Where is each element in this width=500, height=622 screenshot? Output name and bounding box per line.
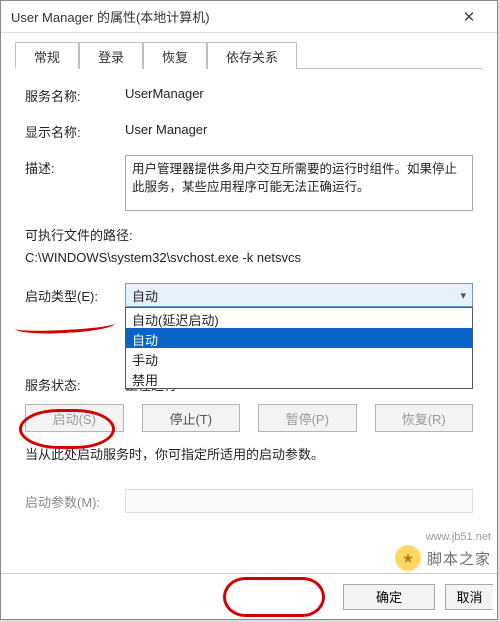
- startup-type-label: 启动类型(E):: [25, 283, 125, 305]
- close-icon[interactable]: ✕: [449, 8, 489, 26]
- cancel-button[interactable]: 取消: [445, 584, 493, 610]
- control-button-row: 启动(S) 停止(T) 暂停(P) 恢复(R): [25, 404, 473, 432]
- startup-option-delayed[interactable]: 自动(延迟启动): [126, 308, 472, 328]
- start-params-input: [125, 489, 473, 513]
- service-status-label: 服务状态:: [25, 375, 125, 394]
- watermark-text: 脚本之家: [427, 548, 491, 569]
- properties-dialog: User Manager 的属性(本地计算机) ✕ 常规 登录 恢复 依存关系 …: [0, 0, 498, 620]
- start-params-label: 启动参数(M):: [25, 492, 125, 511]
- tab-logon[interactable]: 登录: [79, 42, 143, 69]
- startup-type-select[interactable]: 自动 ▾: [125, 283, 473, 307]
- display-name-value: User Manager: [125, 119, 473, 137]
- dialog-footer: 确定 取消: [1, 573, 497, 619]
- exe-path-label: 可执行文件的路径:: [25, 225, 473, 244]
- description-textarea[interactable]: 用户管理器提供多用户交互所需要的运行时组件。如果停止此服务，某些应用程序可能无法…: [125, 155, 473, 211]
- titlebar: User Manager 的属性(本地计算机) ✕: [1, 1, 497, 33]
- start-params-note: 当从此处启动服务时，你可指定所适用的启动参数。: [25, 444, 473, 463]
- startup-type-dropdown: 自动(延迟启动) 自动 手动 禁用: [125, 307, 473, 389]
- content-area: 常规 登录 恢复 依存关系 服务名称: UserManager 显示名称: Us…: [1, 33, 497, 523]
- service-name-label: 服务名称:: [25, 83, 125, 105]
- tab-strip: 常规 登录 恢复 依存关系: [15, 41, 483, 69]
- startup-option-auto[interactable]: 自动: [126, 328, 472, 348]
- watermark: www.jb51.net ★ 脚本之家: [395, 545, 491, 571]
- general-panel: 服务名称: UserManager 显示名称: User Manager 描述:…: [15, 69, 483, 523]
- pause-button[interactable]: 暂停(P): [258, 404, 357, 432]
- display-name-label: 显示名称:: [25, 119, 125, 141]
- watermark-url: www.jb51.net: [426, 531, 491, 543]
- window-title: User Manager 的属性(本地计算机): [11, 7, 449, 26]
- watermark-logo-icon: ★: [395, 545, 421, 571]
- startup-type-selected: 自动: [132, 286, 158, 305]
- exe-path-value: C:\WINDOWS\system32\svchost.exe -k netsv…: [25, 250, 473, 265]
- tab-general[interactable]: 常规: [15, 42, 79, 69]
- service-name-value: UserManager: [125, 83, 473, 101]
- tab-dependencies[interactable]: 依存关系: [207, 42, 297, 69]
- startup-option-manual[interactable]: 手动: [126, 348, 472, 368]
- start-button[interactable]: 启动(S): [25, 404, 124, 432]
- resume-button[interactable]: 恢复(R): [375, 404, 474, 432]
- chevron-down-icon: ▾: [460, 289, 466, 302]
- tab-recovery[interactable]: 恢复: [143, 42, 207, 69]
- stop-button[interactable]: 停止(T): [142, 404, 241, 432]
- startup-option-disabled[interactable]: 禁用: [126, 368, 472, 388]
- description-label: 描述:: [25, 155, 125, 177]
- ok-button[interactable]: 确定: [343, 584, 435, 610]
